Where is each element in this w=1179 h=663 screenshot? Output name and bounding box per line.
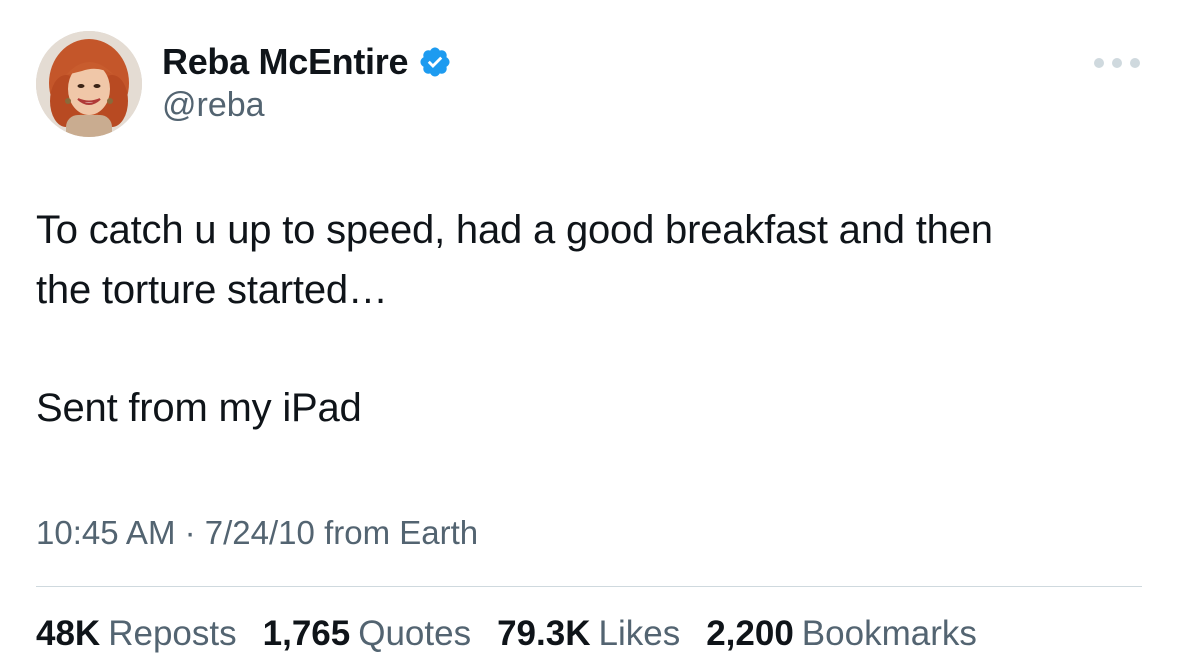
more-dot xyxy=(1094,58,1104,68)
likes-label: Likes xyxy=(598,614,681,653)
tweet-source: from Earth xyxy=(324,514,479,551)
tweet-time[interactable]: 10:45 AM xyxy=(36,514,175,551)
tweet-text: To catch u up to speed, had a good break… xyxy=(36,200,1136,438)
tweet-meta: 10:45 AM · 7/24/10 from Earth xyxy=(36,514,478,552)
more-dot xyxy=(1112,58,1122,68)
bookmarks-count: 2,200 xyxy=(706,614,794,653)
name-row: Reba McEntire xyxy=(162,40,452,84)
likes-stat[interactable]: 79.3K Likes xyxy=(497,614,680,654)
reposts-count: 48K xyxy=(36,614,101,653)
meta-separator: · xyxy=(184,514,196,551)
engagement-stats: 48K Reposts 1,765 Quotes 79.3K Likes 2,200 B… xyxy=(36,614,977,654)
bookmarks-label: Bookmarks xyxy=(801,614,977,653)
divider xyxy=(36,586,1142,587)
reposts-label: Reposts xyxy=(108,614,237,653)
display-name[interactable]: Reba McEntire xyxy=(162,41,408,83)
tweet-card: Reba McEntire @reba To catch u up to spe… xyxy=(0,0,1179,663)
quotes-count: 1,765 xyxy=(262,614,351,653)
avatar-image xyxy=(36,31,142,137)
bookmarks-stat[interactable]: 2,200 Bookmarks xyxy=(706,614,977,654)
more-options-icon[interactable] xyxy=(1094,54,1140,72)
avatar[interactable] xyxy=(36,31,142,137)
likes-count: 79.3K xyxy=(497,614,591,653)
more-dot xyxy=(1130,58,1140,68)
tweet-text-line: Sent from my iPad xyxy=(36,386,362,430)
tweet-text-line: To catch u up to speed, had a good break… xyxy=(36,208,993,252)
quotes-stat[interactable]: 1,765 Quotes xyxy=(263,614,471,654)
author-block: Reba McEntire @reba xyxy=(162,40,452,125)
tweet-date[interactable]: 7/24/10 xyxy=(205,514,315,551)
quotes-label: Quotes xyxy=(358,614,472,653)
tweet-text-line: the torture started… xyxy=(36,268,388,312)
reposts-stat[interactable]: 48K Reposts xyxy=(36,614,237,654)
handle[interactable]: @reba xyxy=(162,86,452,125)
verified-badge-icon[interactable] xyxy=(418,45,452,79)
